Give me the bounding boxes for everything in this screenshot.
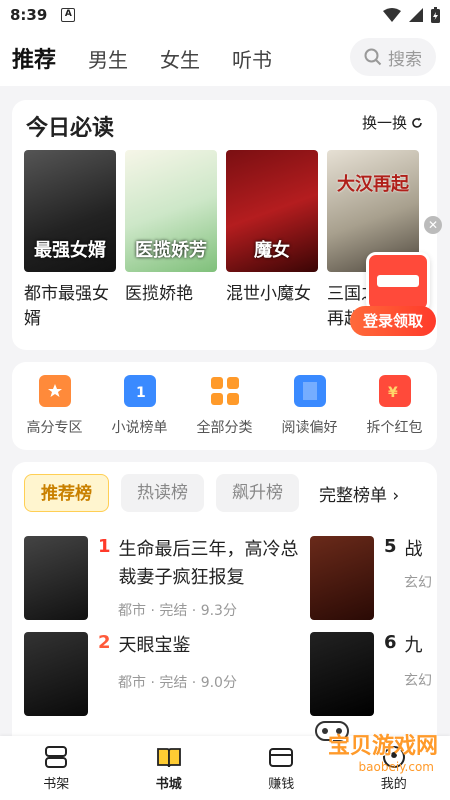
rank-number: 1 [98, 536, 111, 557]
rank-number: 2 [98, 632, 111, 653]
tab-female[interactable]: 女生 [160, 44, 200, 73]
rank-meta: 都市 · 完结 · 9.0分 [118, 675, 237, 691]
search-button[interactable]: 搜索 [350, 38, 436, 76]
book-item[interactable]: 最强女婿 都市最强女婿 [24, 150, 116, 332]
battery-icon [431, 7, 440, 23]
quick-label: 阅读偏好 [281, 420, 338, 436]
search-label: 搜索 [388, 49, 422, 70]
site-watermark: 宝贝游戏网 baobeiy.com [302, 700, 442, 778]
cover-title: 魔女 [254, 240, 290, 261]
book-cover[interactable]: 医揽娇芳 [125, 150, 217, 272]
top-navigation: 推荐 男生 女生 听书 搜索 [0, 30, 450, 86]
tab-male[interactable]: 男生 [88, 44, 128, 73]
book-name[interactable]: 医揽娇艳 [125, 282, 217, 307]
refresh-icon [412, 117, 422, 128]
quick-entry-bar: 高分专区 1 小说榜单 全部分类 阅读偏好 ¥ 拆个红包 [12, 362, 437, 450]
open-book-icon [156, 747, 181, 767]
quick-preferences[interactable]: 阅读偏好 [275, 375, 345, 437]
cover-title: 最强女婿 [34, 240, 106, 261]
quick-high-score[interactable]: 高分专区 [20, 375, 90, 437]
rank-cover[interactable] [24, 536, 88, 620]
rank-meta: 都市 · 完结 · 9.3分 [118, 603, 237, 619]
book-item[interactable]: 魔女 混世小魔女 [226, 150, 318, 332]
watermark-url: baobeiy.com [358, 760, 434, 774]
tab-audiobook[interactable]: 听书 [232, 44, 272, 73]
book-name[interactable]: 混世小魔女 [226, 282, 318, 307]
rank-tab-hot[interactable]: 热读榜 [121, 474, 204, 512]
tab-bookshelf[interactable]: 书架 [43, 745, 69, 792]
svg-text:¥: ¥ [388, 385, 398, 401]
rank-tab-rising[interactable]: 飙升榜 [216, 474, 299, 512]
signal-icon [409, 8, 423, 22]
full-rank-label: 完整榜单 [319, 485, 387, 506]
grid-icon [209, 375, 241, 407]
bookshelf-icon [45, 745, 68, 768]
wifi-icon [383, 8, 401, 22]
rank-cover[interactable] [310, 536, 374, 620]
quick-label: 小说榜单 [111, 420, 168, 436]
tab-label: 书城 [155, 776, 182, 792]
notification-badge: A [61, 8, 76, 22]
rank-tab-recommend[interactable]: 推荐榜 [24, 474, 109, 512]
red-packet-promo[interactable]: 登录领取 [350, 242, 436, 338]
tab-label: 书架 [43, 776, 70, 792]
cover-title: 医揽娇芳 [135, 240, 207, 261]
rank-meta: 玄幻 [404, 673, 432, 689]
ranking-icon: 1 [123, 375, 156, 407]
watermark-text: 宝贝游戏网 [327, 734, 438, 759]
quick-red-packet[interactable]: ¥ 拆个红包 [360, 375, 430, 437]
quick-label: 高分专区 [26, 420, 83, 436]
red-envelope-icon [366, 252, 430, 312]
red-packet-icon: ¥ [378, 375, 411, 407]
book-name[interactable]: 都市最强女婿 [24, 282, 116, 332]
tab-label: 赚钱 [268, 776, 295, 792]
tab-earn[interactable]: 赚钱 [268, 745, 294, 792]
close-promo-icon[interactable]: ✕ [424, 216, 442, 234]
search-icon [364, 48, 382, 66]
rank-number: 5 [384, 536, 397, 557]
quick-rankings[interactable]: 1 小说榜单 [105, 375, 175, 437]
quick-label: 全部分类 [196, 420, 253, 436]
tab-bookstore[interactable]: 书城 [156, 745, 182, 792]
book-cover[interactable]: 最强女婿 [24, 150, 116, 272]
status-bar: 8:39 A [0, 0, 450, 30]
svg-text:1: 1 [136, 385, 146, 401]
wallet-icon [269, 747, 294, 767]
tab-recommend[interactable]: 推荐 [7, 42, 56, 74]
quick-categories[interactable]: 全部分类 [190, 375, 260, 437]
rank-meta: 玄幻 [404, 575, 432, 591]
rank-cover[interactable] [24, 632, 88, 716]
full-rank-link[interactable]: 完整榜单 › [319, 481, 399, 506]
cover-title: 大汉再起 [337, 174, 409, 195]
book-icon [293, 375, 326, 407]
book-item[interactable]: 医揽娇芳 医揽娇艳 [125, 150, 217, 332]
quick-label: 拆个红包 [366, 420, 423, 436]
daily-picks-title: 今日必读 [26, 116, 115, 141]
star-badge-icon [38, 375, 71, 407]
swap-label: 换一换 [361, 114, 407, 132]
login-claim-button[interactable]: 登录领取 [350, 306, 436, 336]
book-cover[interactable]: 魔女 [226, 150, 318, 272]
swap-button[interactable]: 换一换 [362, 112, 423, 133]
status-time: 8:39 [10, 6, 48, 24]
chevron-right-icon: › [392, 485, 400, 506]
